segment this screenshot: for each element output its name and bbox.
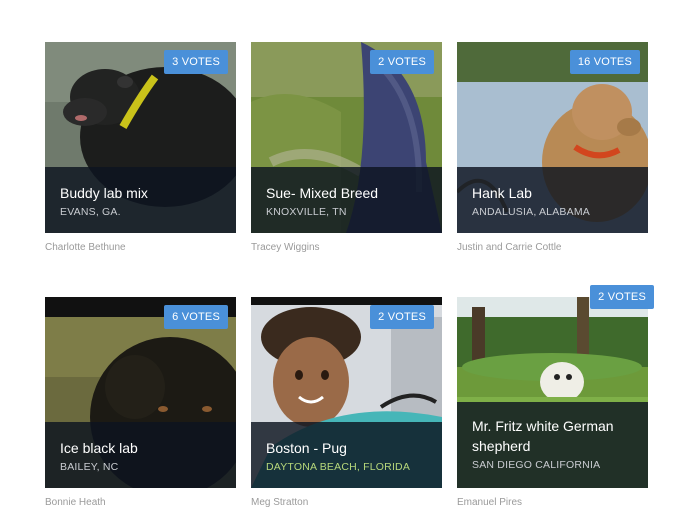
owner-name: Emanuel Pires — [457, 497, 523, 508]
pet-card-hank[interactable]: 16 VOTES Hank Lab ANDALUSIA, ALABAMA Jus… — [457, 42, 648, 254]
pet-location: EVANS, GA. — [60, 206, 121, 218]
vote-count-badge[interactable]: 3 VOTES — [164, 50, 228, 74]
pet-name[interactable]: Hank Lab — [472, 183, 633, 203]
pet-name[interactable]: Buddy lab mix — [60, 183, 221, 203]
vote-count-badge[interactable]: 2 VOTES — [370, 305, 434, 329]
pet-photo[interactable]: 16 VOTES Hank Lab ANDALUSIA, ALABAMA — [457, 42, 648, 233]
card-caption: Boston - Pug DAYTONA BEACH, FLORIDA — [251, 422, 442, 488]
pet-photo[interactable]: 2 VOTES Sue- Mixed Breed KNOXVILLE, TN — [251, 42, 442, 233]
card-caption: Mr. Fritz white German shepherd SAN DIEG… — [457, 402, 648, 488]
pet-name[interactable]: Mr. Fritz white German shepherd — [472, 416, 633, 456]
pet-location: SAN DIEGO CALIFORNIA — [472, 459, 601, 471]
pet-card-buddy[interactable]: 3 VOTES Buddy lab mix EVANS, GA. Charlot… — [45, 42, 236, 254]
pet-photo[interactable]: 3 VOTES Buddy lab mix EVANS, GA. — [45, 42, 236, 233]
pet-card-mr-fritz[interactable]: Mr. Fritz white German shepherd SAN DIEG… — [457, 285, 654, 509]
card-caption: Buddy lab mix EVANS, GA. — [45, 167, 236, 233]
pet-photo[interactable]: 6 VOTES Ice black lab BAILEY, NC — [45, 297, 236, 488]
pet-photo[interactable]: 2 VOTES Boston - Pug DAYTONA BEACH, FLOR… — [251, 297, 442, 488]
owner-name: Justin and Carrie Cottle — [457, 242, 562, 253]
card-caption: Sue- Mixed Breed KNOXVILLE, TN — [251, 167, 442, 233]
owner-name: Meg Stratton — [251, 497, 309, 508]
vote-count-badge[interactable]: 16 VOTES — [569, 50, 640, 74]
pet-card-boston[interactable]: 2 VOTES Boston - Pug DAYTONA BEACH, FLOR… — [251, 297, 442, 509]
pet-gallery: 3 VOTES Buddy lab mix EVANS, GA. Charlot… — [0, 0, 695, 526]
vote-count-badge[interactable]: 2 VOTES — [370, 50, 434, 74]
owner-name: Charlotte Bethune — [45, 242, 126, 253]
owner-name: Bonnie Heath — [45, 497, 106, 508]
pet-card-sue[interactable]: 2 VOTES Sue- Mixed Breed KNOXVILLE, TN T… — [251, 42, 442, 254]
card-caption: Hank Lab ANDALUSIA, ALABAMA — [457, 167, 648, 233]
pet-name[interactable]: Sue- Mixed Breed — [266, 183, 427, 203]
pet-location: DAYTONA BEACH, FLORIDA — [266, 461, 411, 473]
vote-count-badge[interactable]: 2 VOTES — [590, 285, 654, 309]
card-caption: Ice black lab BAILEY, NC — [45, 422, 236, 488]
pet-location: BAILEY, NC — [60, 461, 119, 473]
pet-location: ANDALUSIA, ALABAMA — [472, 206, 590, 218]
pet-photo[interactable]: Mr. Fritz white German shepherd SAN DIEG… — [457, 297, 648, 488]
pet-name[interactable]: Ice black lab — [60, 438, 221, 458]
pet-name[interactable]: Boston - Pug — [266, 438, 427, 458]
vote-count-badge[interactable]: 6 VOTES — [164, 305, 228, 329]
owner-name: Tracey Wiggins — [251, 242, 320, 253]
pet-location: KNOXVILLE, TN — [266, 206, 347, 218]
pet-card-ice[interactable]: 6 VOTES Ice black lab BAILEY, NC Bonnie … — [45, 297, 236, 509]
